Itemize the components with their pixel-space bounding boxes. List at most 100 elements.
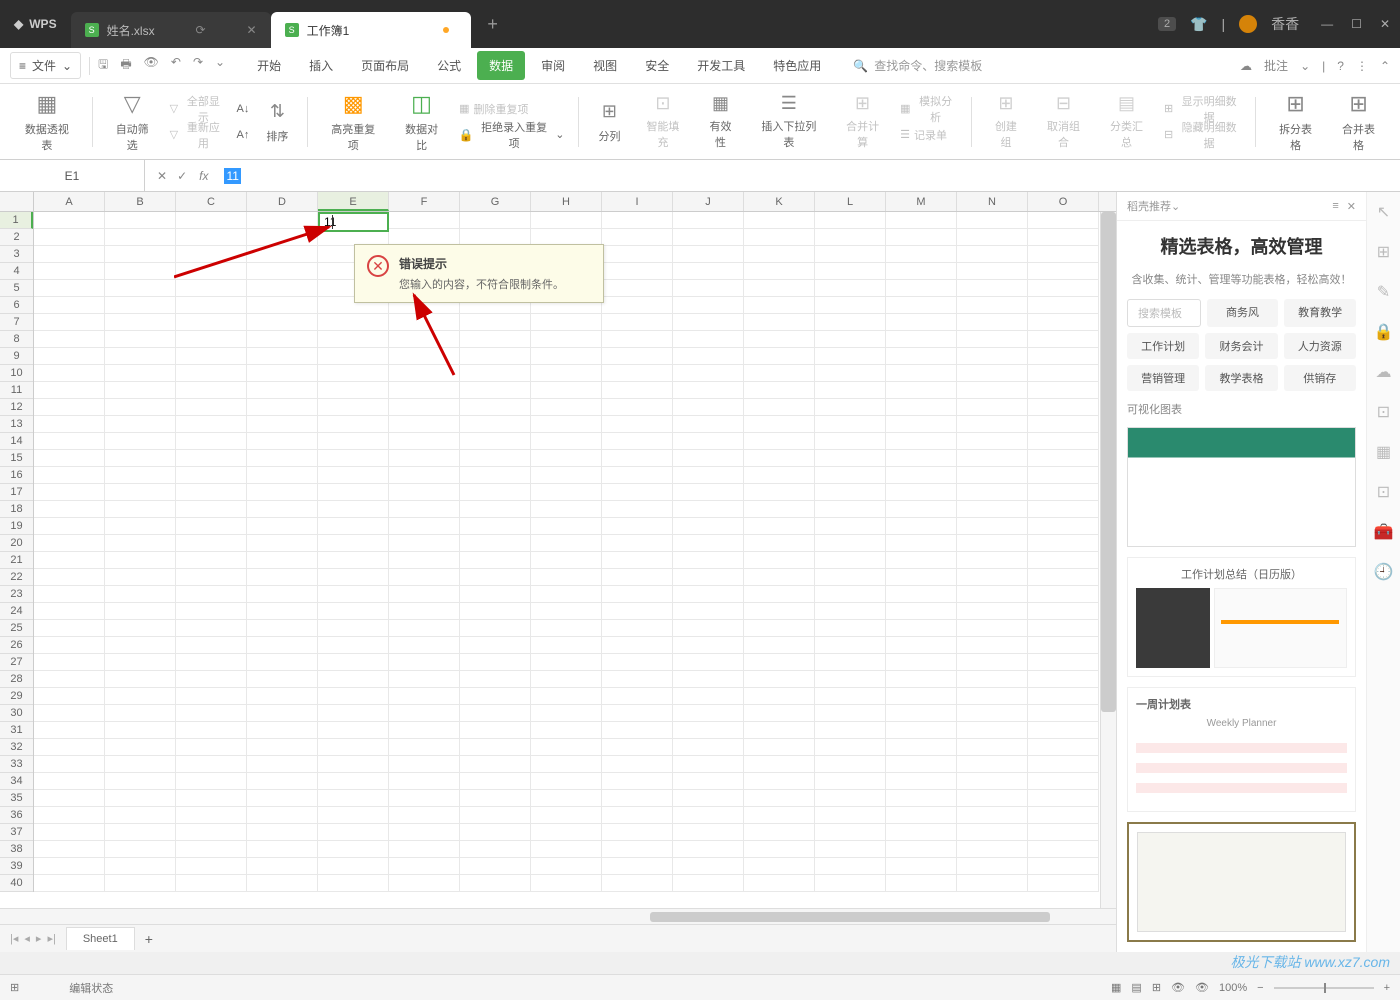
delete-dup-button[interactable]: ▦删除重复项	[453, 97, 570, 121]
ungroup-button[interactable]: ⊟取消组合	[1032, 92, 1095, 152]
show-detail-button[interactable]: ⊞显示明细数据	[1158, 97, 1247, 121]
scrollbar-thumb[interactable]	[1101, 212, 1116, 712]
chevron-down-icon[interactable]: ⌄	[1300, 59, 1310, 73]
command-search[interactable]: 🔍 查找命令、搜索模板	[853, 57, 982, 74]
consolidate-button[interactable]: ⊞合并计算	[831, 92, 894, 152]
reapply-button[interactable]: ▽重新应用	[164, 123, 231, 147]
column-header[interactable]: C	[176, 192, 247, 211]
refresh-icon[interactable]: ⟳	[196, 23, 206, 37]
ribbon-tab[interactable]: 开发工具	[685, 51, 757, 80]
close-panel-icon[interactable]: ✕	[1347, 200, 1356, 213]
row-header[interactable]: 35	[0, 790, 33, 807]
smart-fill-button[interactable]: ⊡智能填充	[631, 92, 694, 152]
split-column-button[interactable]: ⊞分列	[587, 92, 631, 152]
row-header[interactable]: 4	[0, 263, 33, 280]
select-all-corner[interactable]	[0, 192, 34, 211]
toolbox-icon[interactable]: 🧰	[1374, 522, 1394, 542]
collapse-ribbon-icon[interactable]: ⌃	[1380, 59, 1390, 73]
ribbon-tab[interactable]: 特色应用	[761, 51, 833, 80]
prev-sheet-icon[interactable]: ◂	[24, 932, 30, 945]
cloud-icon[interactable]: ☁	[1240, 59, 1252, 73]
row-header[interactable]: 37	[0, 824, 33, 841]
row-header[interactable]: 30	[0, 705, 33, 722]
ribbon-tab[interactable]: 安全	[633, 51, 681, 80]
row-header[interactable]: 38	[0, 841, 33, 858]
row-header[interactable]: 27	[0, 654, 33, 671]
row-header[interactable]: 32	[0, 739, 33, 756]
screenshot-icon[interactable]: ⊡	[1377, 482, 1390, 502]
split-table-button[interactable]: ⊞拆分表格	[1264, 92, 1327, 152]
row-header[interactable]: 8	[0, 331, 33, 348]
ribbon-tab[interactable]: 视图	[581, 51, 629, 80]
more-icon[interactable]: ⋮	[1356, 59, 1368, 73]
column-header[interactable]: L	[815, 192, 886, 211]
row-header[interactable]: 11	[0, 382, 33, 399]
ribbon-tab[interactable]: 页面布局	[349, 51, 421, 80]
template-tag[interactable]: 教学表格	[1205, 365, 1277, 391]
template-tag[interactable]: 商务风	[1207, 299, 1279, 327]
column-header[interactable]: N	[957, 192, 1028, 211]
tab-file-1[interactable]: S 姓名.xlsx ⟳ ✕	[71, 12, 271, 48]
add-tab-button[interactable]: +	[479, 10, 507, 38]
row-header[interactable]: 18	[0, 501, 33, 518]
highlight-dup-button[interactable]: ▩高亮重复项	[316, 92, 390, 152]
zoom-in-icon[interactable]: +	[1384, 982, 1390, 994]
file-menu[interactable]: ≡ 文件 ⌄	[10, 52, 81, 79]
tool-icon[interactable]: ▦	[1376, 442, 1391, 462]
column-header[interactable]: A	[34, 192, 105, 211]
data-compare-button[interactable]: ◫数据对比	[390, 92, 453, 152]
close-window-icon[interactable]: ✕	[1380, 17, 1390, 31]
avatar[interactable]	[1239, 15, 1257, 33]
row-header[interactable]: 9	[0, 348, 33, 365]
template-thumbnail-1[interactable]: 员工周工作计划表	[1127, 427, 1356, 547]
backup-icon[interactable]: ⊡	[1377, 402, 1390, 422]
ribbon-tab[interactable]: 审阅	[529, 51, 577, 80]
next-sheet-icon[interactable]: ▸	[36, 932, 42, 945]
select-icon[interactable]: ↖	[1377, 202, 1390, 222]
confirm-icon[interactable]: ✓	[177, 169, 187, 183]
row-header[interactable]: 20	[0, 535, 33, 552]
template-thumbnail-2[interactable]: 工作计划总结（日历版）	[1127, 557, 1356, 677]
sort-button[interactable]: ⇅排序	[255, 92, 299, 152]
row-header[interactable]: 22	[0, 569, 33, 586]
row-header[interactable]: 21	[0, 552, 33, 569]
horizontal-scrollbar[interactable]	[0, 908, 1116, 924]
name-box[interactable]: E1	[0, 160, 145, 191]
template-tag[interactable]: 人力资源	[1284, 333, 1356, 359]
last-sheet-icon[interactable]: ▸|	[47, 932, 55, 945]
column-header[interactable]: H	[531, 192, 602, 211]
cells-grid[interactable]: 11 ✕ 错误提示 您输入的内容，不符合限制条件。	[34, 212, 1116, 892]
template-tag[interactable]: 工作计划	[1127, 333, 1199, 359]
row-header[interactable]: 36	[0, 807, 33, 824]
cloud-icon[interactable]: ☁	[1376, 362, 1392, 382]
row-header[interactable]: 29	[0, 688, 33, 705]
row-header[interactable]: 12	[0, 399, 33, 416]
row-header[interactable]: 1	[0, 212, 33, 229]
history-icon[interactable]: 🕘	[1374, 562, 1394, 582]
undo-icon[interactable]: ↶	[171, 55, 181, 76]
pivot-table-button[interactable]: ▦数据透视表	[10, 92, 84, 152]
add-sheet-button[interactable]: +	[135, 931, 163, 947]
grid-icon[interactable]: ⊞	[1377, 242, 1390, 262]
row-header[interactable]: 10	[0, 365, 33, 382]
row-header[interactable]: 17	[0, 484, 33, 501]
column-header[interactable]: G	[460, 192, 531, 211]
row-header[interactable]: 28	[0, 671, 33, 688]
tab-file-2[interactable]: S 工作簿1	[271, 12, 471, 48]
sort-desc-button[interactable]: A↑	[231, 123, 256, 147]
row-header[interactable]: 34	[0, 773, 33, 790]
column-header[interactable]: O	[1028, 192, 1099, 211]
ribbon-tab[interactable]: 开始	[245, 51, 293, 80]
column-header[interactable]: F	[389, 192, 460, 211]
template-tag[interactable]: 营销管理	[1127, 365, 1199, 391]
row-header[interactable]: 7	[0, 314, 33, 331]
username[interactable]: 香香	[1271, 14, 1299, 34]
eye-icon[interactable]: 👁	[1195, 981, 1209, 994]
validity-button[interactable]: ▦有效性	[694, 92, 746, 152]
hide-detail-button[interactable]: ⊟隐藏明细数据	[1158, 123, 1247, 147]
view-split-icon[interactable]: ⊞	[1152, 981, 1161, 994]
formula-input[interactable]: 11	[216, 169, 1400, 183]
chevron-down-icon[interactable]: ⌄	[215, 55, 225, 76]
row-header[interactable]: 25	[0, 620, 33, 637]
lock-icon[interactable]: 🔒	[1374, 322, 1394, 342]
